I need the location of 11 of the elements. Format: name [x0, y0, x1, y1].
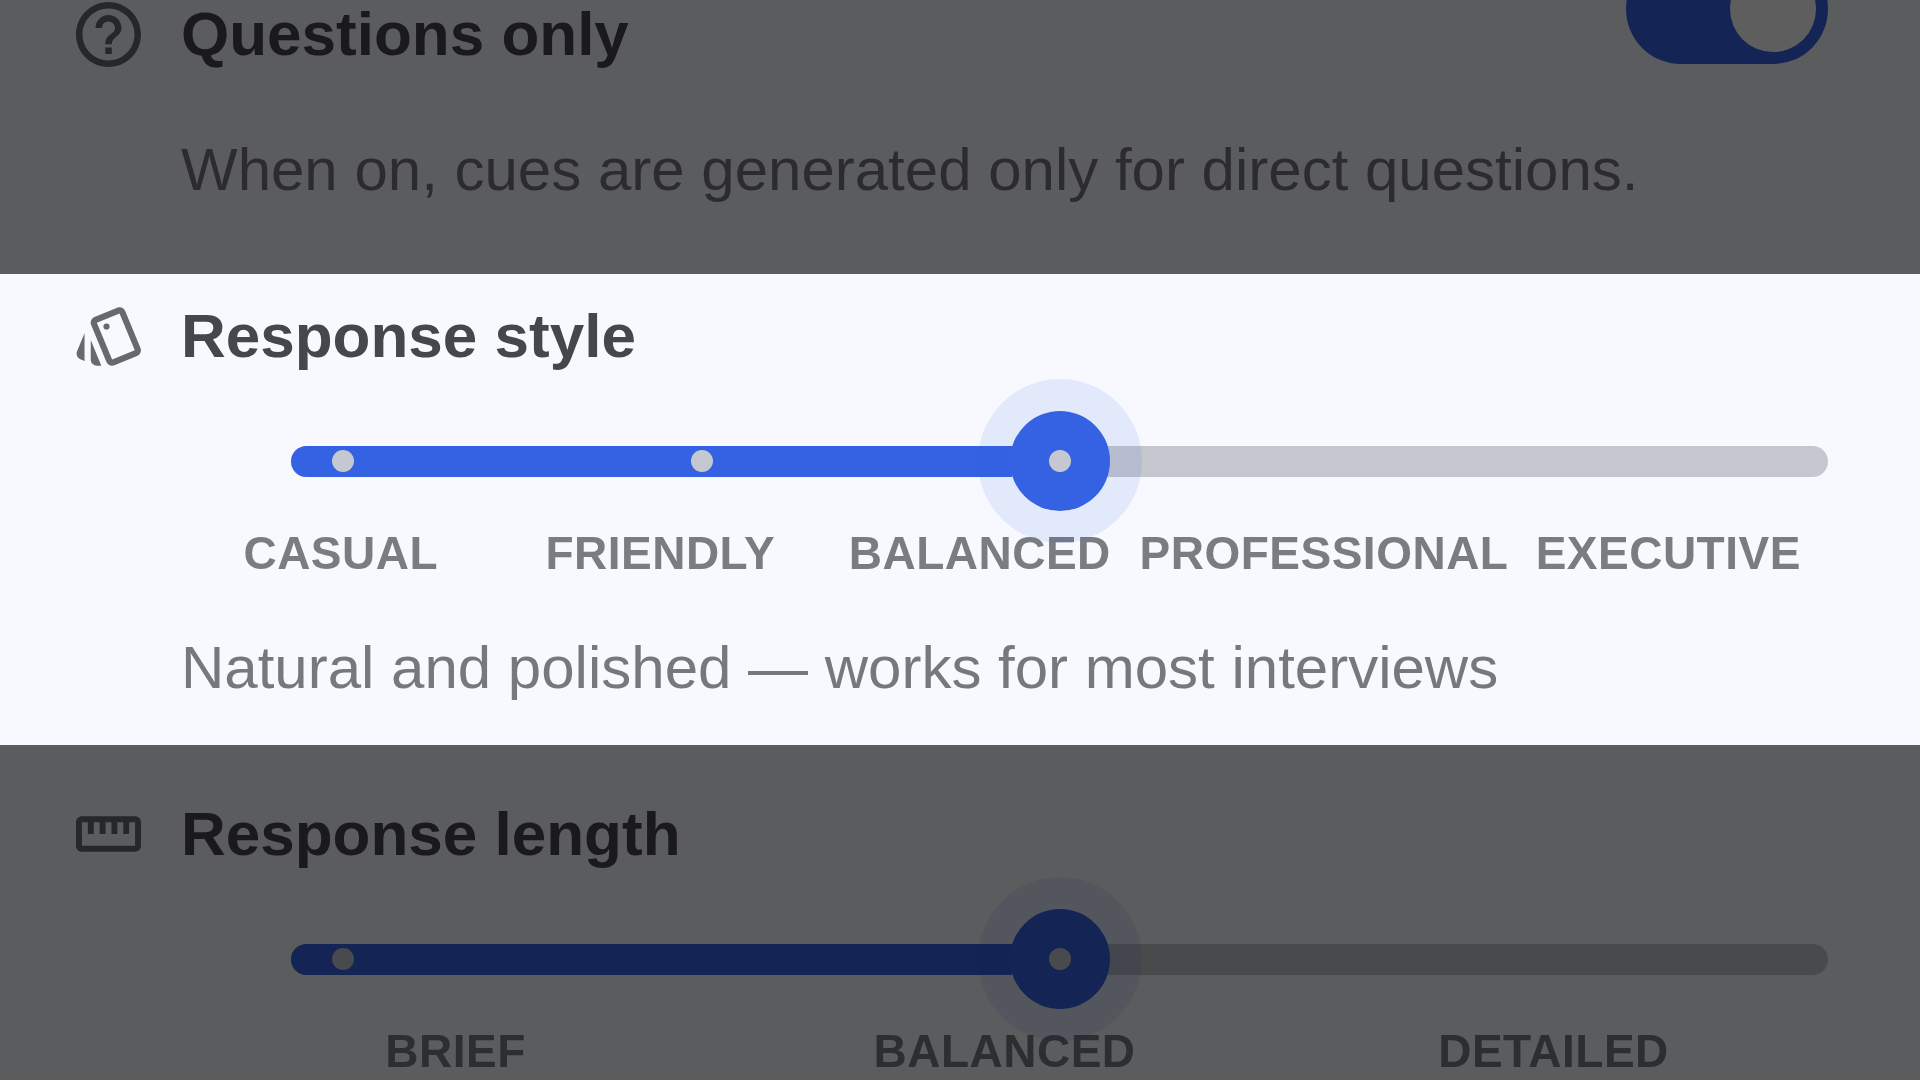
slider-option-label: EXECUTIVE — [1535, 529, 1801, 577]
slider-option-label: PROFESSIONAL — [1139, 529, 1509, 577]
setting-title: Response style — [181, 304, 636, 368]
slider-option-label: BALANCED — [848, 529, 1111, 577]
slider-option-label: FRIENDLY — [545, 529, 776, 577]
setting-title: Questions only — [181, 2, 629, 66]
ruler-icon — [76, 816, 141, 852]
tilted-cards-icon — [76, 306, 141, 366]
setting-title: Response length — [181, 802, 681, 866]
slider-option-label: CASUAL — [243, 529, 439, 577]
setting-description: Natural and polished — works for most interviews — [181, 635, 1499, 701]
